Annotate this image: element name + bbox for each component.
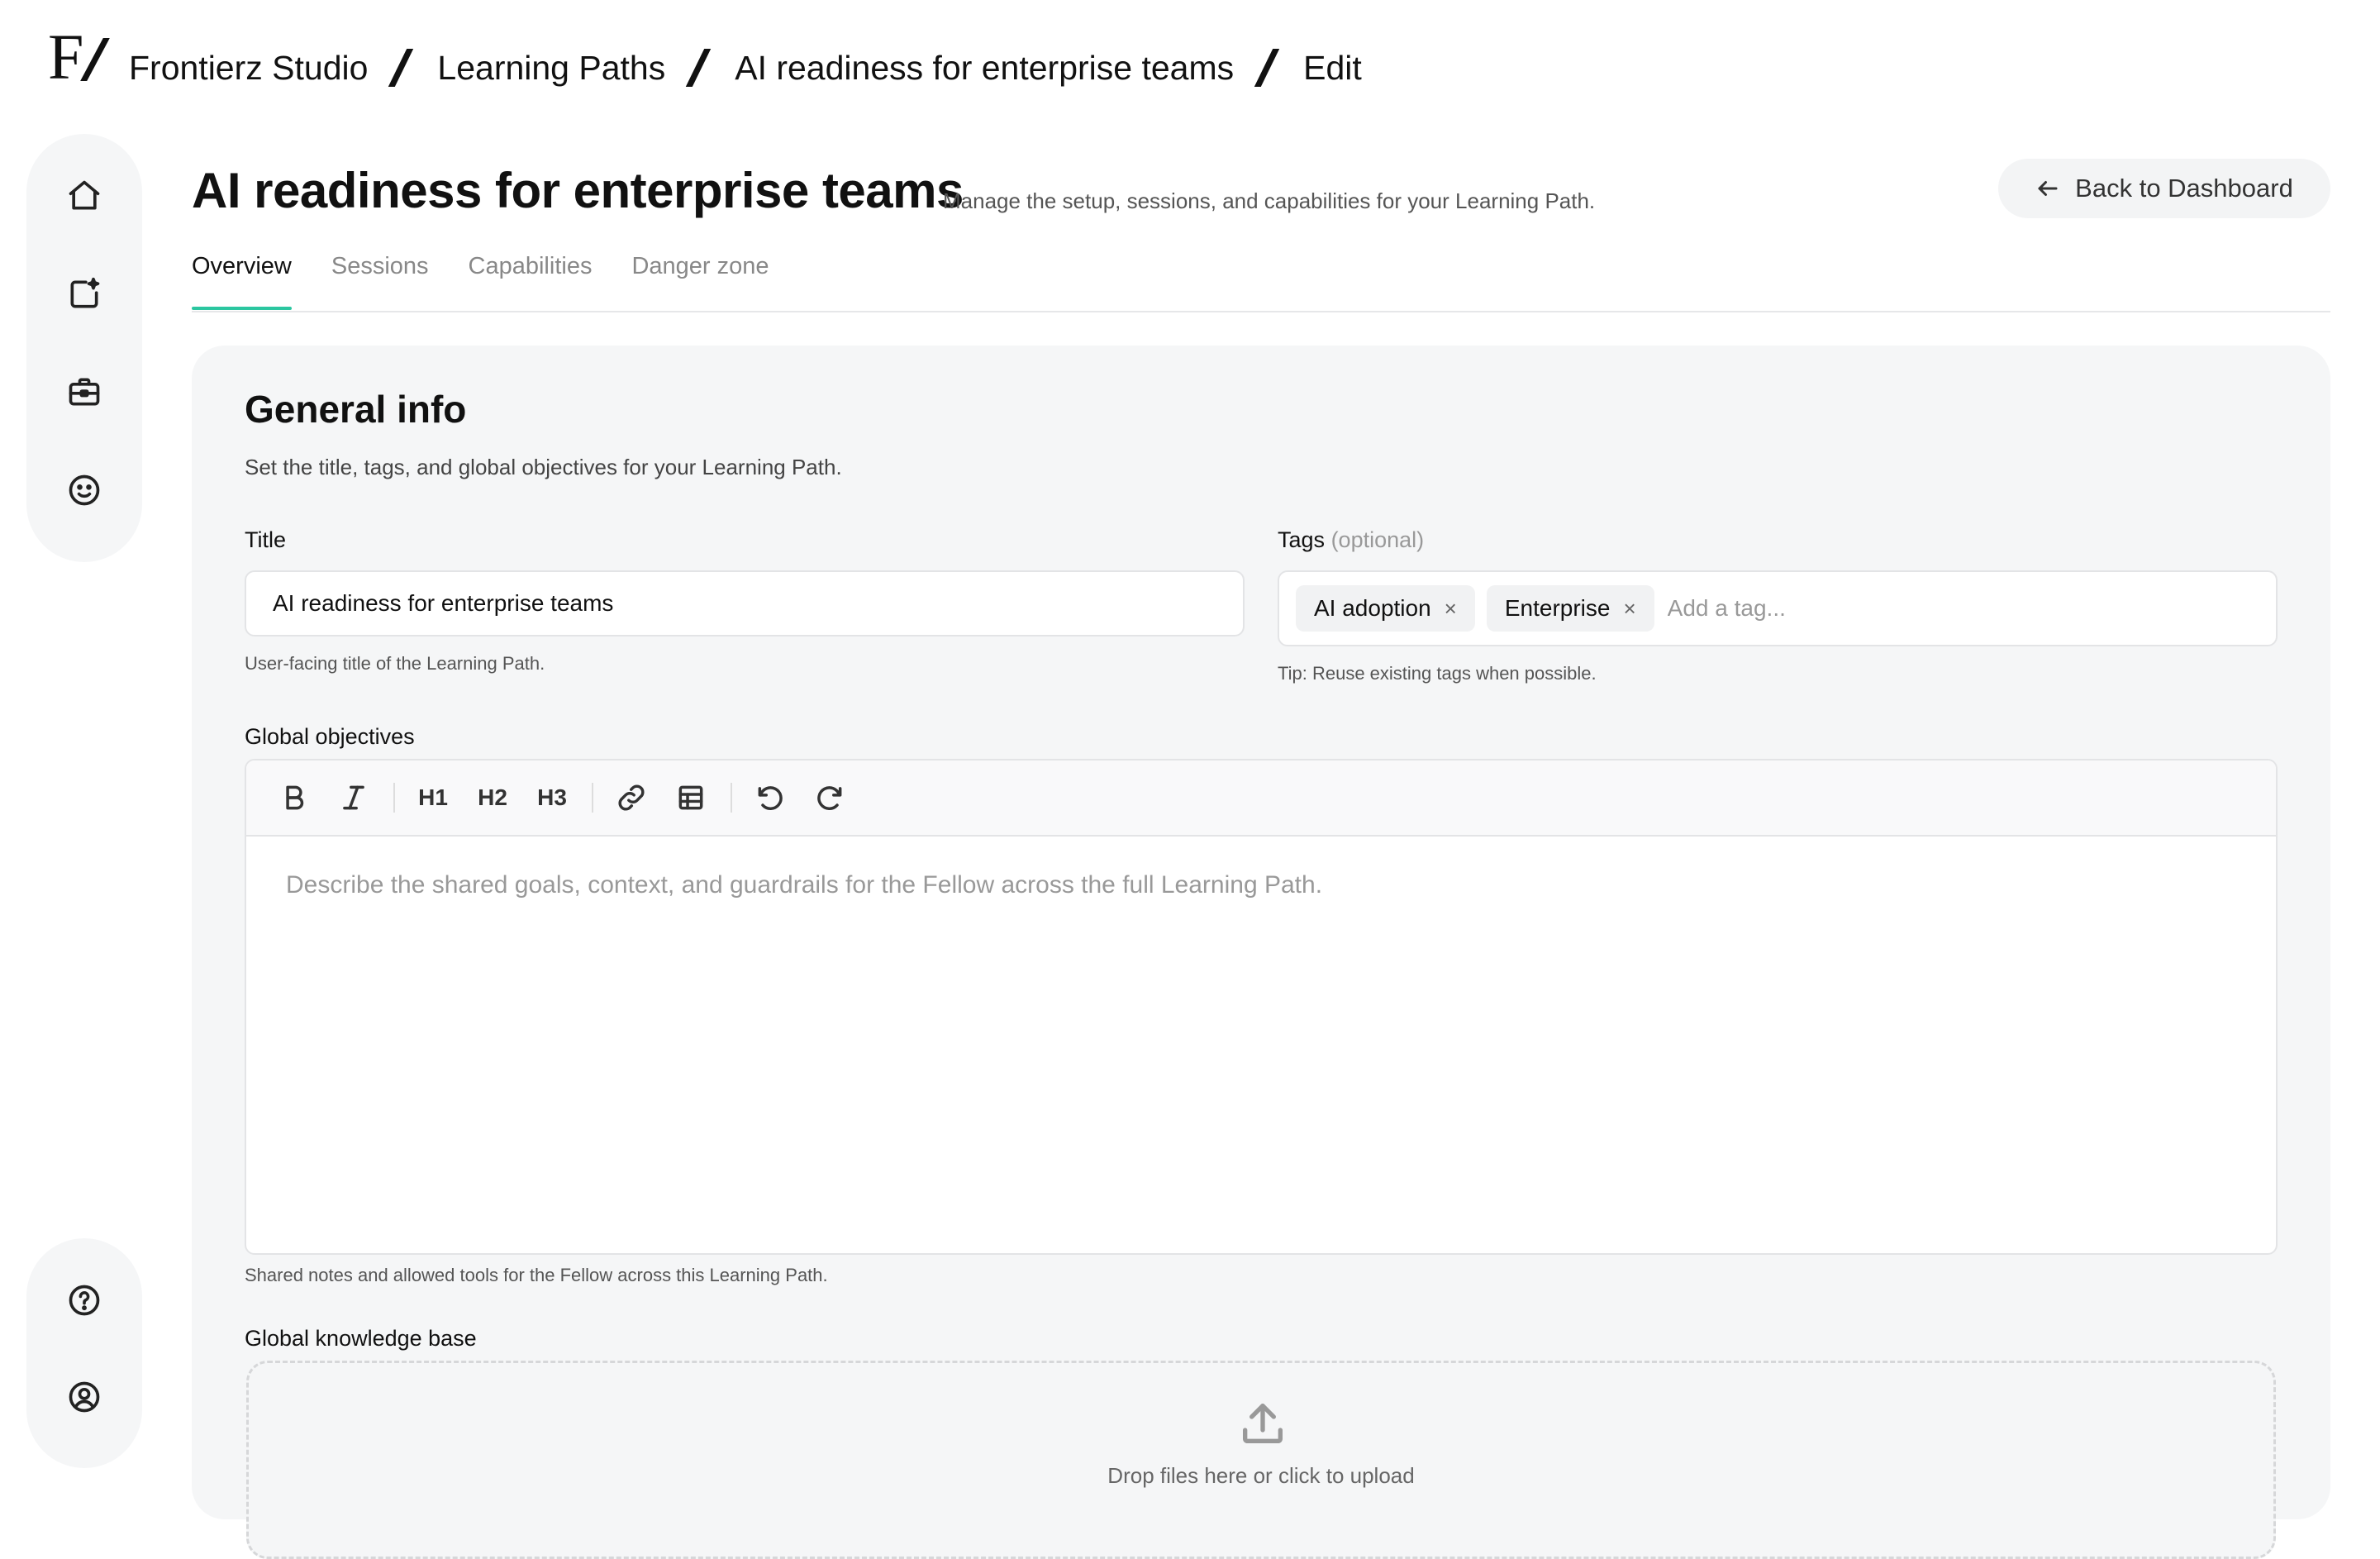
heading-1-button[interactable]: H1 [410,775,456,821]
breadcrumb-studio[interactable]: Frontierz Studio [129,49,368,88]
page-subtitle: Manage the setup, sessions, and capabili… [943,188,1596,213]
table-button[interactable] [668,775,714,821]
tab-divider [192,311,2330,312]
link-icon [618,784,645,811]
tab-danger-zone[interactable]: Danger zone [631,253,769,308]
sidebar-item-workspace[interactable] [58,366,111,418]
tab-overview[interactable]: Overview [192,253,292,310]
tags-optional-note: (optional) [1330,527,1425,552]
sidebar-item-account[interactable] [58,1371,111,1422]
undo-button[interactable] [747,775,793,821]
tag-chip: Enterprise × [1486,585,1654,632]
knowledge-base-label: Global knowledge base [245,1326,477,1351]
tag-chip-label: Enterprise [1504,595,1611,621]
tags-label: Tags (optional) [1278,527,1424,553]
back-to-dashboard-label: Back to Dashboard [2075,174,2293,203]
objectives-label: Global objectives [245,724,415,749]
toolbar-divider [393,783,395,813]
briefcase-icon [69,378,100,406]
sidebar-main [26,134,142,562]
tab-capabilities[interactable]: Capabilities [469,253,593,308]
breadcrumb-learning-paths[interactable]: Learning Paths [437,49,665,88]
section-title: General info [245,388,467,431]
remove-tag-icon[interactable]: × [1623,596,1635,622]
new-document-icon [70,277,100,308]
heading-3-button[interactable]: H3 [529,775,575,821]
title-label: Title [245,527,287,552]
tag-chip-label: AI adoption [1314,595,1431,621]
logo-slash [80,38,111,81]
breadcrumb-separator [388,49,414,87]
add-tag-input[interactable] [1665,584,2259,632]
remove-tag-icon[interactable]: × [1445,596,1457,622]
upload-icon-wrap [1236,1397,1289,1450]
section-description: Set the title, tags, and global objectiv… [245,455,842,479]
redo-button[interactable] [807,775,853,821]
smiley-icon [69,474,100,506]
undo-icon [758,786,783,810]
dropzone-text: Drop files here or click to upload [1107,1463,1415,1488]
breadcrumb-separator [686,49,712,87]
objectives-placeholder[interactable]: Describe the shared goals, context, and … [286,871,1322,899]
tags-hint: Tip: Reuse existing tags when possible. [1278,663,1597,684]
logo-letter: F [48,21,84,93]
breadcrumb: Frontierz Studio Learning Paths AI readi… [129,41,1362,94]
tags-field[interactable]: AI adoption × Enterprise × [1278,570,2278,646]
account-icon [69,1381,100,1412]
page-title: AI readiness for enterprise teams [192,163,964,218]
objectives-hint: Shared notes and allowed tools for the F… [245,1265,828,1285]
arrow-left-icon [2038,181,2058,196]
tab-bar: Overview Sessions Capabilities Danger zo… [192,253,809,310]
help-icon [69,1285,100,1315]
sidebar-item-home[interactable] [58,170,111,222]
breadcrumb-edit: Edit [1303,48,1362,87]
title-input[interactable] [245,570,1245,636]
home-icon [69,180,100,210]
breadcrumb-separator [1254,49,1280,87]
knowledge-base-dropzone[interactable] [246,1361,2276,1559]
toolbar-divider [731,783,732,813]
objectives-editor: H1 H2 H3 Describe the shared goals, cont… [245,759,2278,1255]
bold-icon [286,785,304,810]
bold-button[interactable] [271,775,317,821]
link-button[interactable] [608,775,654,821]
tab-sessions[interactable]: Sessions [331,253,429,308]
tag-chip: AI adoption × [1296,585,1475,632]
italic-button[interactable] [331,775,377,821]
editor-toolbar: H1 H2 H3 [246,760,2276,837]
sidebar-item-create[interactable] [58,269,111,321]
sidebar-item-fellows[interactable] [58,465,111,517]
heading-2-button[interactable]: H2 [469,775,516,821]
tags-label-text: Tags [1278,527,1326,552]
back-to-dashboard-button[interactable]: Back to Dashboard [1998,159,2330,218]
redo-icon [817,786,842,810]
sidebar-item-help[interactable] [58,1275,111,1325]
brand-logo[interactable]: F [48,21,111,93]
table-icon [678,785,703,810]
title-hint: User-facing title of the Learning Path. [245,653,545,674]
sidebar-utility [26,1238,142,1468]
toolbar-divider [592,783,593,813]
breadcrumb-path[interactable]: AI readiness for enterprise teams [735,49,1234,88]
upload-icon [1243,1404,1283,1443]
italic-icon [343,785,364,810]
